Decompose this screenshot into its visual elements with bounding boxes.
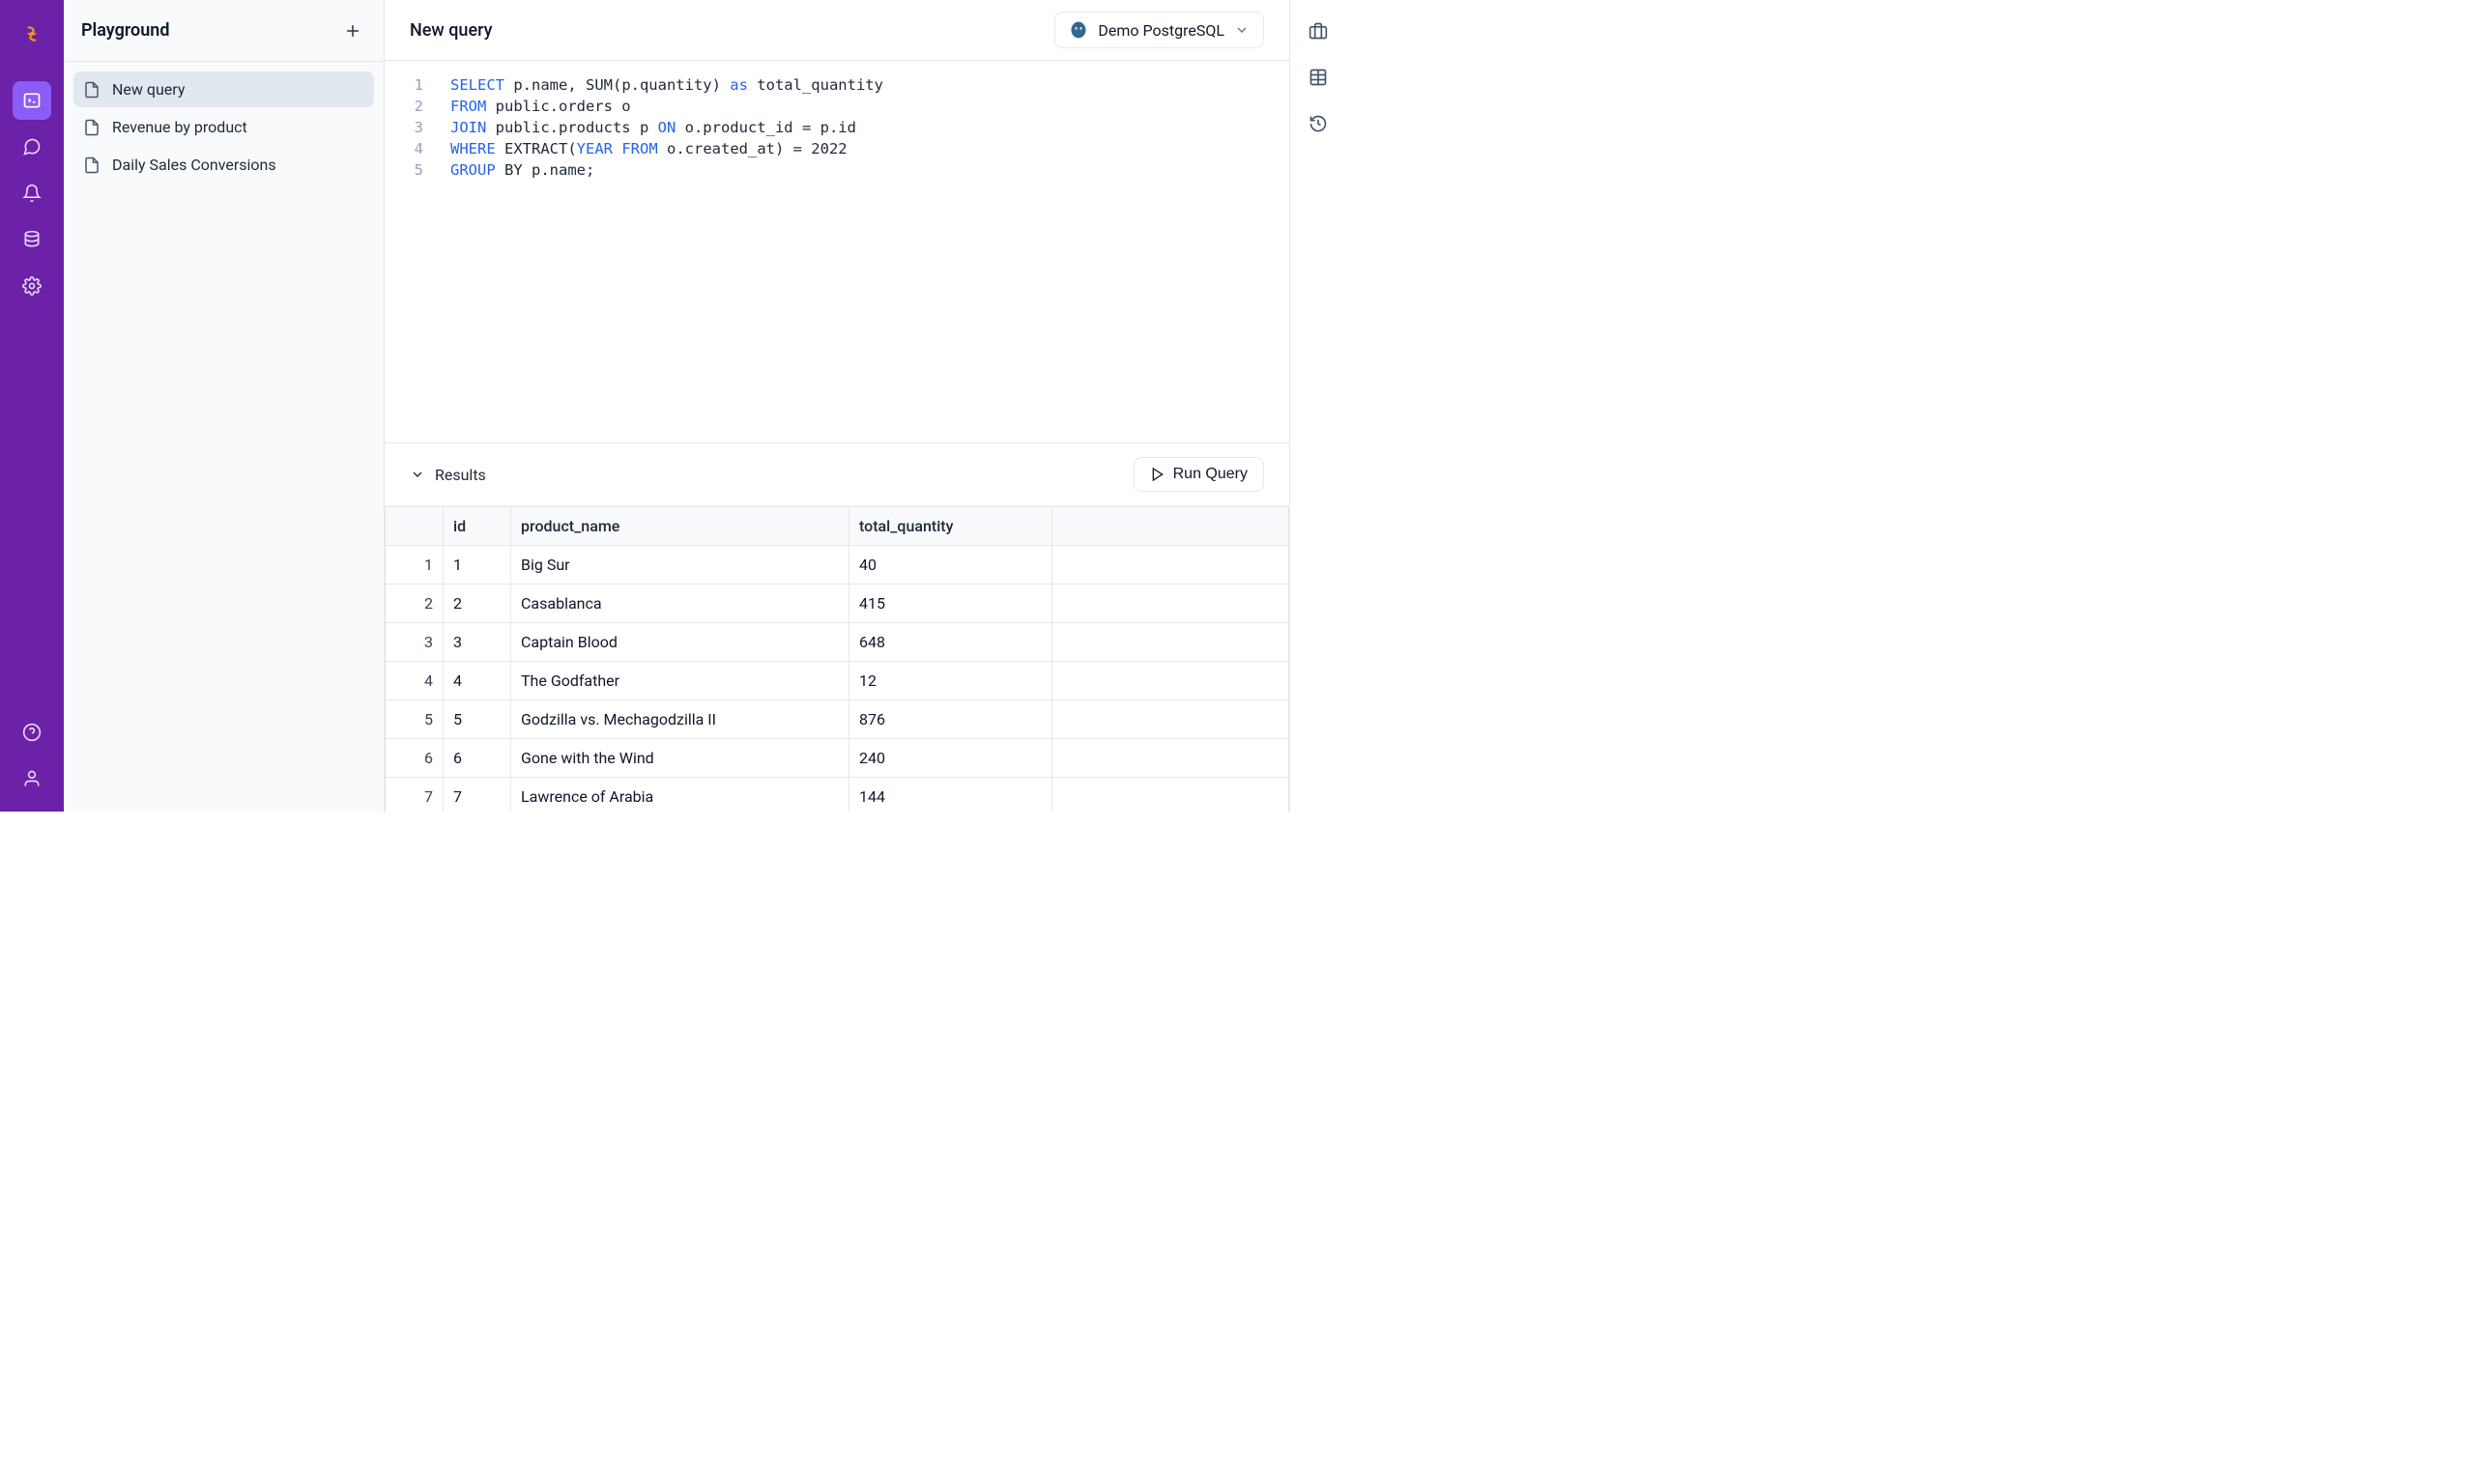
cell-product-name: Big Sur: [511, 546, 849, 585]
cell-empty: [1052, 778, 1289, 813]
chevron-down-icon: [1234, 22, 1250, 38]
results-bar: Results Run Query: [385, 443, 1289, 506]
table-row[interactable]: 2 2 Casablanca 415: [386, 585, 1289, 623]
cell-id: 2: [444, 585, 511, 623]
cell-rownum: 5: [386, 700, 444, 739]
cell-total-quantity: 240: [849, 739, 1052, 778]
editor-gutter: 12345: [385, 74, 431, 442]
sidebar-list: New query Revenue by product Daily Sales…: [64, 62, 384, 192]
nav-help[interactable]: [13, 713, 51, 752]
file-icon: [83, 119, 101, 136]
sidebar-item[interactable]: New query: [73, 71, 374, 107]
sidebar: Playground New query Revenue by product …: [64, 0, 385, 812]
cell-empty: [1052, 585, 1289, 623]
page-title: New query: [410, 20, 492, 41]
table-row[interactable]: 4 4 The Godfather 12: [386, 662, 1289, 700]
results-col-total-quantity[interactable]: total_quantity: [849, 507, 1052, 546]
sidebar-title: Playground: [81, 20, 169, 41]
editor-code[interactable]: SELECT p.name, SUM(p.quantity) as total_…: [431, 74, 883, 442]
nav-account[interactable]: [13, 759, 51, 798]
cell-empty: [1052, 662, 1289, 700]
nav-settings[interactable]: [13, 267, 51, 305]
cell-total-quantity: 40: [849, 546, 1052, 585]
results-col-product-name[interactable]: product_name: [511, 507, 849, 546]
cell-total-quantity: 648: [849, 623, 1052, 662]
right-rail: [1289, 0, 1345, 812]
sidebar-item[interactable]: Daily Sales Conversions: [73, 147, 374, 183]
cell-total-quantity: 144: [849, 778, 1052, 813]
table-row[interactable]: 3 3 Captain Blood 648: [386, 623, 1289, 662]
run-query-label: Run Query: [1173, 466, 1248, 483]
sidebar-item-label: Daily Sales Conversions: [112, 156, 276, 174]
cell-id: 3: [444, 623, 511, 662]
cell-empty: [1052, 700, 1289, 739]
results-toggle[interactable]: Results: [410, 466, 486, 484]
cell-rownum: 4: [386, 662, 444, 700]
cell-product-name: Lawrence of Arabia: [511, 778, 849, 813]
results-col-empty: [1052, 507, 1289, 546]
cell-id: 1: [444, 546, 511, 585]
database-selector[interactable]: Demo PostgreSQL: [1054, 12, 1264, 48]
nav-rail: [0, 0, 64, 812]
play-icon: [1150, 467, 1165, 482]
results-table-wrap: id product_name total_quantity 1 1 Big S…: [385, 506, 1289, 812]
rail-history[interactable]: [1307, 112, 1330, 135]
cell-total-quantity: 876: [849, 700, 1052, 739]
cell-product-name: Casablanca: [511, 585, 849, 623]
cell-rownum: 2: [386, 585, 444, 623]
cell-id: 5: [444, 700, 511, 739]
cell-id: 7: [444, 778, 511, 813]
results-col-id[interactable]: id: [444, 507, 511, 546]
table-row[interactable]: 5 5 Godzilla vs. Mechagodzilla II 876: [386, 700, 1289, 739]
cell-rownum: 1: [386, 546, 444, 585]
cell-rownum: 6: [386, 739, 444, 778]
cell-rownum: 7: [386, 778, 444, 813]
table-row[interactable]: 7 7 Lawrence of Arabia 144: [386, 778, 1289, 813]
results-label: Results: [435, 466, 486, 484]
cell-product-name: Captain Blood: [511, 623, 849, 662]
sidebar-item-label: Revenue by product: [112, 118, 247, 136]
cell-empty: [1052, 623, 1289, 662]
app-logo: [17, 19, 46, 48]
chevron-down-icon: [410, 467, 425, 482]
cell-id: 6: [444, 739, 511, 778]
cell-empty: [1052, 739, 1289, 778]
postgres-icon: [1069, 20, 1088, 40]
run-query-button[interactable]: Run Query: [1134, 457, 1264, 492]
cell-product-name: Gone with the Wind: [511, 739, 849, 778]
rail-briefcase[interactable]: [1307, 19, 1330, 43]
cell-total-quantity: 415: [849, 585, 1052, 623]
database-selector-label: Demo PostgreSQL: [1098, 21, 1224, 40]
table-row[interactable]: 1 1 Big Sur 40: [386, 546, 1289, 585]
cell-rownum: 3: [386, 623, 444, 662]
sidebar-header: Playground: [64, 0, 384, 62]
results-col-rownum: [386, 507, 444, 546]
sidebar-item-label: New query: [112, 80, 185, 99]
rail-table[interactable]: [1307, 66, 1330, 89]
file-icon: [83, 157, 101, 174]
main-header: New query Demo PostgreSQL: [385, 0, 1289, 61]
nav-playground[interactable]: [13, 81, 51, 120]
table-row[interactable]: 6 6 Gone with the Wind 240: [386, 739, 1289, 778]
sidebar-item[interactable]: Revenue by product: [73, 109, 374, 145]
cell-id: 4: [444, 662, 511, 700]
cell-product-name: The Godfather: [511, 662, 849, 700]
file-icon: [83, 81, 101, 99]
nav-database[interactable]: [13, 220, 51, 259]
nav-chat[interactable]: [13, 128, 51, 166]
new-query-button[interactable]: [339, 17, 366, 44]
sql-editor[interactable]: 12345 SELECT p.name, SUM(p.quantity) as …: [385, 61, 1289, 443]
nav-alerts[interactable]: [13, 174, 51, 213]
main: New query Demo PostgreSQL 12345 SELECT p…: [385, 0, 1289, 812]
cell-product-name: Godzilla vs. Mechagodzilla II: [511, 700, 849, 739]
cell-total-quantity: 12: [849, 662, 1052, 700]
results-table: id product_name total_quantity 1 1 Big S…: [385, 506, 1289, 812]
cell-empty: [1052, 546, 1289, 585]
